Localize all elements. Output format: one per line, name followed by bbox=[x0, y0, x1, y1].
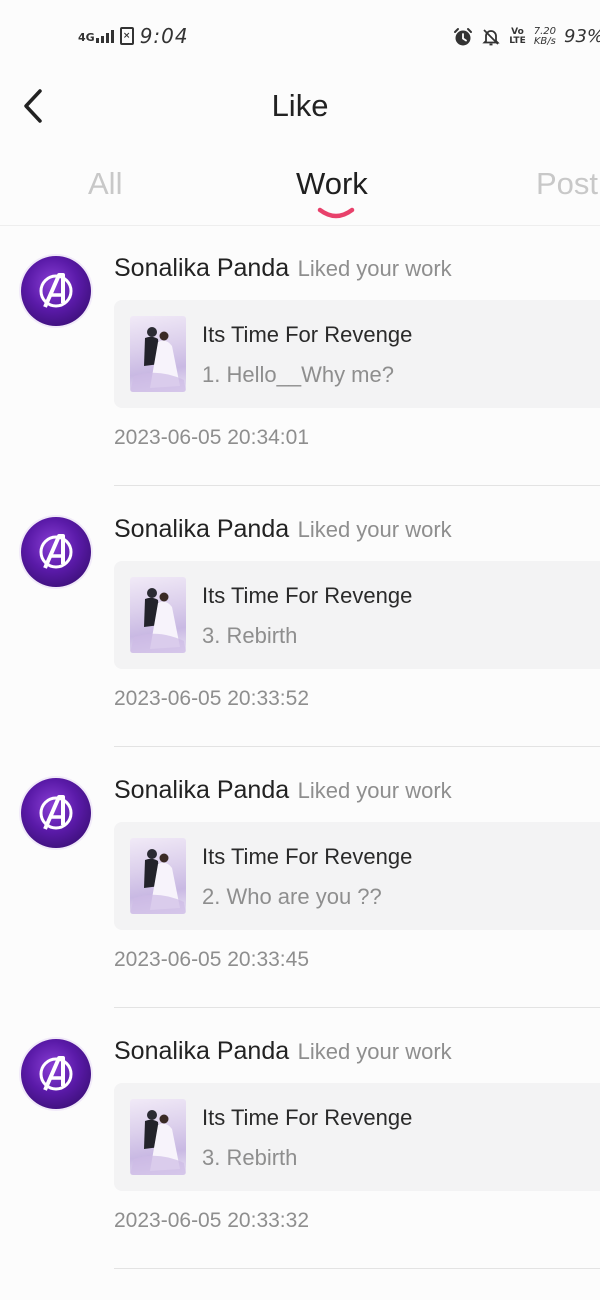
avengers-logo-icon bbox=[39, 795, 73, 830]
mute-bell-icon bbox=[482, 28, 500, 45]
timestamp: 2023-06-05 20:33:32 bbox=[114, 1209, 309, 1232]
work-cover bbox=[130, 838, 186, 914]
header: Like bbox=[0, 72, 600, 142]
avatar[interactable] bbox=[21, 1039, 91, 1109]
user-name[interactable]: Sonalika Panda bbox=[114, 515, 289, 543]
clock: 9:04 bbox=[139, 24, 189, 48]
action-text: Liked your work bbox=[297, 1039, 452, 1064]
work-card[interactable]: Its Time For Revenge 1. Hello__Why me? bbox=[114, 300, 600, 408]
timestamp: 2023-06-05 20:33:45 bbox=[114, 948, 309, 971]
active-tab-indicator bbox=[317, 207, 355, 219]
avengers-logo-icon bbox=[39, 534, 73, 569]
volte-icon: Vo LTE bbox=[509, 26, 526, 46]
cover-image bbox=[130, 588, 186, 653]
work-title: Its Time For Revenge bbox=[202, 1105, 413, 1130]
action-text: Liked your work bbox=[297, 256, 452, 281]
divider bbox=[114, 1007, 600, 1008]
work-card[interactable]: Its Time For Revenge 3. Rebirth bbox=[114, 561, 600, 669]
network-speed: 7.20 KB/s bbox=[533, 25, 556, 47]
work-cover bbox=[130, 577, 186, 653]
avengers-logo-icon bbox=[39, 273, 73, 308]
divider bbox=[114, 485, 600, 486]
notification-text: Sonalika Panda Liked your work bbox=[114, 1037, 452, 1066]
cover-image bbox=[130, 327, 186, 392]
status-left: 4G × 9:04 bbox=[78, 24, 189, 48]
page-title: Like bbox=[271, 88, 329, 123]
work-cover bbox=[130, 1099, 186, 1175]
action-text: Liked your work bbox=[297, 517, 452, 542]
user-name[interactable]: Sonalika Panda bbox=[114, 776, 289, 804]
chapter-title: 3. Rebirth bbox=[202, 623, 298, 648]
chapter-title: 1. Hello__Why me? bbox=[202, 362, 394, 387]
status-right: Vo LTE 7.20 KB/s 93% bbox=[453, 26, 600, 47]
list-item: Sonalika Panda Liked your work Its Time … bbox=[0, 226, 600, 487]
no-sim-icon: × bbox=[119, 27, 134, 45]
notification-text: Sonalika Panda Liked your work bbox=[114, 254, 452, 283]
notification-text: Sonalika Panda Liked your work bbox=[114, 515, 452, 544]
tab-all[interactable]: All bbox=[88, 166, 122, 202]
avatar[interactable] bbox=[21, 517, 91, 587]
action-text: Liked your work bbox=[297, 778, 452, 803]
network-icon: 4G bbox=[78, 29, 114, 43]
tab-post[interactable]: Post bbox=[536, 166, 598, 202]
divider bbox=[114, 746, 600, 747]
avatar[interactable] bbox=[21, 256, 91, 326]
signal-icon bbox=[95, 29, 114, 43]
avatar[interactable] bbox=[21, 778, 91, 848]
chapter-title: 2. Who are you ?? bbox=[202, 884, 382, 909]
tab-work[interactable]: Work bbox=[296, 166, 368, 202]
work-title: Its Time For Revenge bbox=[202, 322, 413, 347]
work-title: Its Time For Revenge bbox=[202, 583, 413, 608]
work-card[interactable]: Its Time For Revenge 3. Rebirth bbox=[114, 1083, 600, 1191]
tab-bar: All Work Post bbox=[0, 150, 600, 226]
cover-image bbox=[130, 849, 186, 914]
work-cover bbox=[130, 316, 186, 392]
alarm-icon bbox=[454, 27, 473, 45]
status-bar: 4G × 9:04 Vo LTE 7.20 KB/s 93% bbox=[0, 0, 600, 72]
divider bbox=[114, 1268, 600, 1269]
notification-text: Sonalika Panda Liked your work bbox=[114, 776, 452, 805]
work-card[interactable]: Its Time For Revenge 2. Who are you ?? bbox=[114, 822, 600, 930]
timestamp: 2023-06-05 20:34:01 bbox=[114, 426, 309, 449]
avengers-logo-icon bbox=[39, 1056, 73, 1091]
timestamp: 2023-06-05 20:33:52 bbox=[114, 687, 309, 710]
user-name[interactable]: Sonalika Panda bbox=[114, 254, 289, 282]
battery-level: 93% bbox=[564, 26, 600, 47]
network-type: 4G bbox=[78, 31, 95, 44]
list-item: Sonalika Panda Liked your work Its Time … bbox=[0, 748, 600, 1009]
list-item: Sonalika Panda Liked your work Its Time … bbox=[0, 1009, 600, 1270]
cover-image bbox=[130, 1110, 186, 1175]
user-name[interactable]: Sonalika Panda bbox=[114, 1037, 289, 1065]
list-item: Sonalika Panda Liked your work Its Time … bbox=[0, 487, 600, 748]
work-title: Its Time For Revenge bbox=[202, 844, 413, 869]
chapter-title: 3. Rebirth bbox=[202, 1145, 298, 1170]
